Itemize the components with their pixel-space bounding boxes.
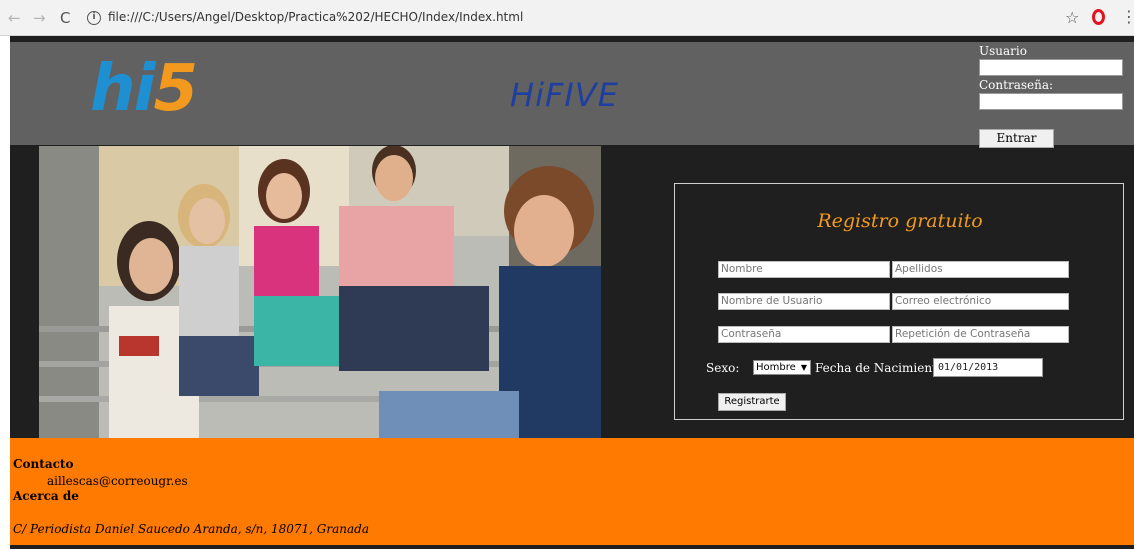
info-icon[interactable]: i — [87, 11, 101, 25]
forward-icon[interactable]: → — [33, 9, 46, 27]
user-input[interactable] — [979, 59, 1123, 76]
username-field[interactable]: Nombre de Usuario — [718, 293, 890, 310]
browser-toolbar: ← → C i file:///C:/Users/Angel/Desktop/P… — [0, 0, 1134, 36]
registration-form: Registro gratuito Nombre Apellidos Nombr… — [674, 183, 1124, 420]
about-heading: Acerca de — [13, 489, 79, 503]
site-header: hi5 HiFIVE Usuario Contraseña: Entrar — [10, 42, 1134, 148]
password-label: Contraseña: — [979, 78, 1054, 92]
address-bar[interactable]: file:///C:/Users/Angel/Desktop/Practica%… — [108, 10, 523, 24]
contact-email[interactable]: aillescas@correougr.es — [47, 474, 188, 488]
site-footer: Contacto aillescas@correougr.es Acerca d… — [10, 438, 1134, 545]
birth-date-input[interactable]: 01/01/2013 — [933, 358, 1043, 377]
reload-icon[interactable]: C — [60, 9, 70, 27]
register-button[interactable]: Registrarte — [718, 393, 786, 411]
password-field[interactable]: Contraseña — [718, 326, 890, 343]
password-input[interactable] — [979, 93, 1123, 110]
login-form: Usuario Contraseña: Entrar — [979, 44, 1129, 148]
page-body: hi5 HiFIVE Usuario Contraseña: Entrar Re… — [10, 36, 1134, 549]
menu-icon[interactable]: ⋮ — [1121, 7, 1134, 26]
back-icon[interactable]: ← — [8, 9, 21, 27]
logo-hi-text: hi — [90, 52, 155, 126]
contact-heading: Contacto — [13, 457, 74, 471]
opera-icon[interactable] — [1092, 9, 1105, 25]
birth-date-label: Fecha de Nacimiento: — [815, 361, 949, 375]
sex-select[interactable]: Hombre ▼ — [753, 360, 811, 375]
address-text: C/ Periodista Daniel Saucedo Aranda, s/n… — [13, 522, 369, 536]
name-field[interactable]: Nombre — [718, 261, 890, 278]
user-label: Usuario — [979, 44, 1027, 58]
site-title: HiFIVE — [510, 76, 619, 114]
students-illustration — [39, 146, 601, 438]
hi5-logo[interactable]: hi5 — [90, 48, 199, 130]
chevron-down-icon: ▼ — [800, 363, 807, 372]
email-field[interactable]: Correo electrónico — [892, 293, 1069, 310]
sex-label: Sexo: — [706, 361, 740, 375]
registration-title: Registro gratuito — [817, 210, 983, 232]
students-photo — [39, 146, 601, 438]
enter-button[interactable]: Entrar — [979, 129, 1054, 148]
logo-5-text: 5 — [153, 52, 199, 126]
bookmark-star-icon[interactable]: ☆ — [1065, 8, 1079, 27]
sex-select-value: Hombre — [756, 362, 796, 373]
surname-field[interactable]: Apellidos — [892, 261, 1069, 278]
password-repeat-field[interactable]: Repetición de Contraseña — [892, 326, 1069, 343]
